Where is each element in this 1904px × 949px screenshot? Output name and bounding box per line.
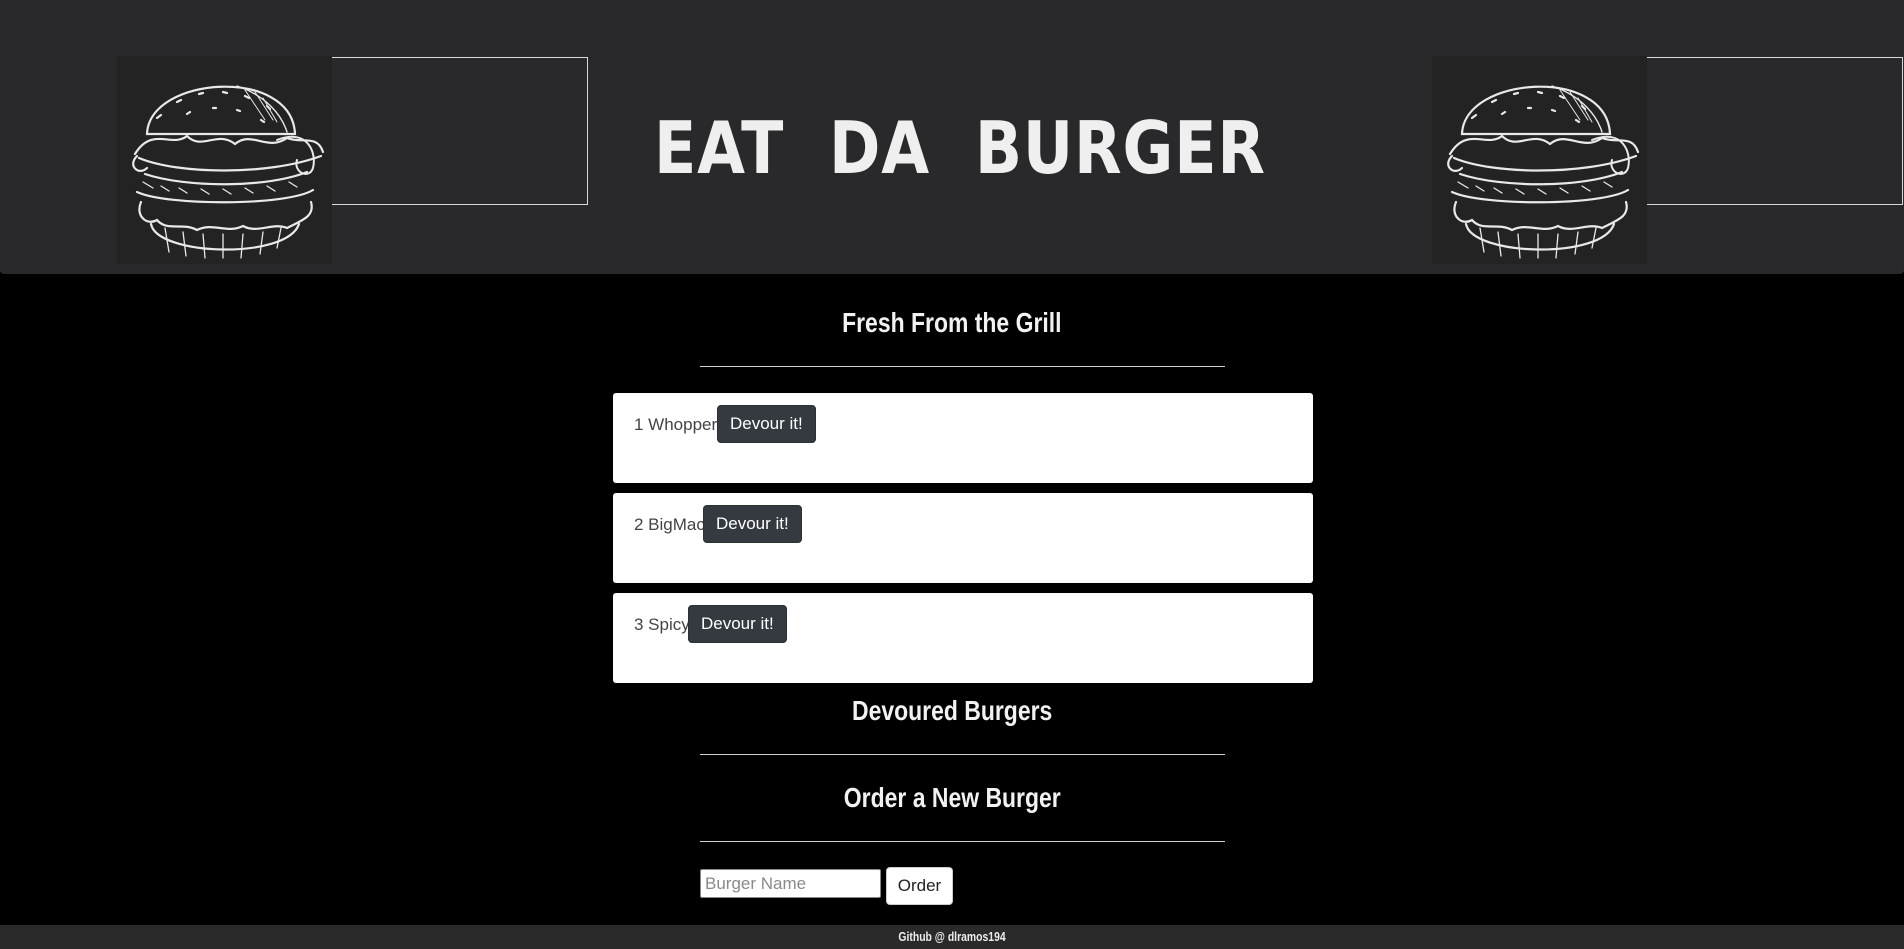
order-button[interactable]: Order xyxy=(886,867,953,905)
fresh-divider xyxy=(700,366,1225,367)
burger-card: 3 Spicy Devour it! xyxy=(613,593,1313,683)
burger-sketch-icon xyxy=(1432,56,1647,264)
burger-label: 1 Whopper xyxy=(634,415,718,434)
site-header: EAT DA BURGER xyxy=(0,0,1904,274)
burger-card: 2 BigMac Devour it! xyxy=(613,493,1313,583)
order-heading: Order a New Burger xyxy=(843,782,1061,813)
devoured-heading: Devoured Burgers xyxy=(851,695,1053,726)
burger-sketch-icon xyxy=(117,56,332,264)
burger-name-input[interactable] xyxy=(700,869,881,898)
burger-card: 1 Whopper Devour it! xyxy=(613,393,1313,483)
site-footer: Github @ dlramos194 xyxy=(0,925,1904,949)
devour-button[interactable]: Devour it! xyxy=(688,605,787,643)
burger-label: 3 Spicy xyxy=(634,615,690,634)
devour-button[interactable]: Devour it! xyxy=(717,405,816,443)
site-title: EAT DA BURGER xyxy=(654,106,1266,190)
devour-button[interactable]: Devour it! xyxy=(703,505,802,543)
footer-text: Github @ dlramos194 xyxy=(898,929,1006,944)
burger-label: 2 BigMac xyxy=(634,515,705,534)
order-divider xyxy=(700,841,1225,842)
fresh-heading: Fresh From the Grill xyxy=(842,307,1062,338)
devoured-divider xyxy=(700,754,1225,755)
